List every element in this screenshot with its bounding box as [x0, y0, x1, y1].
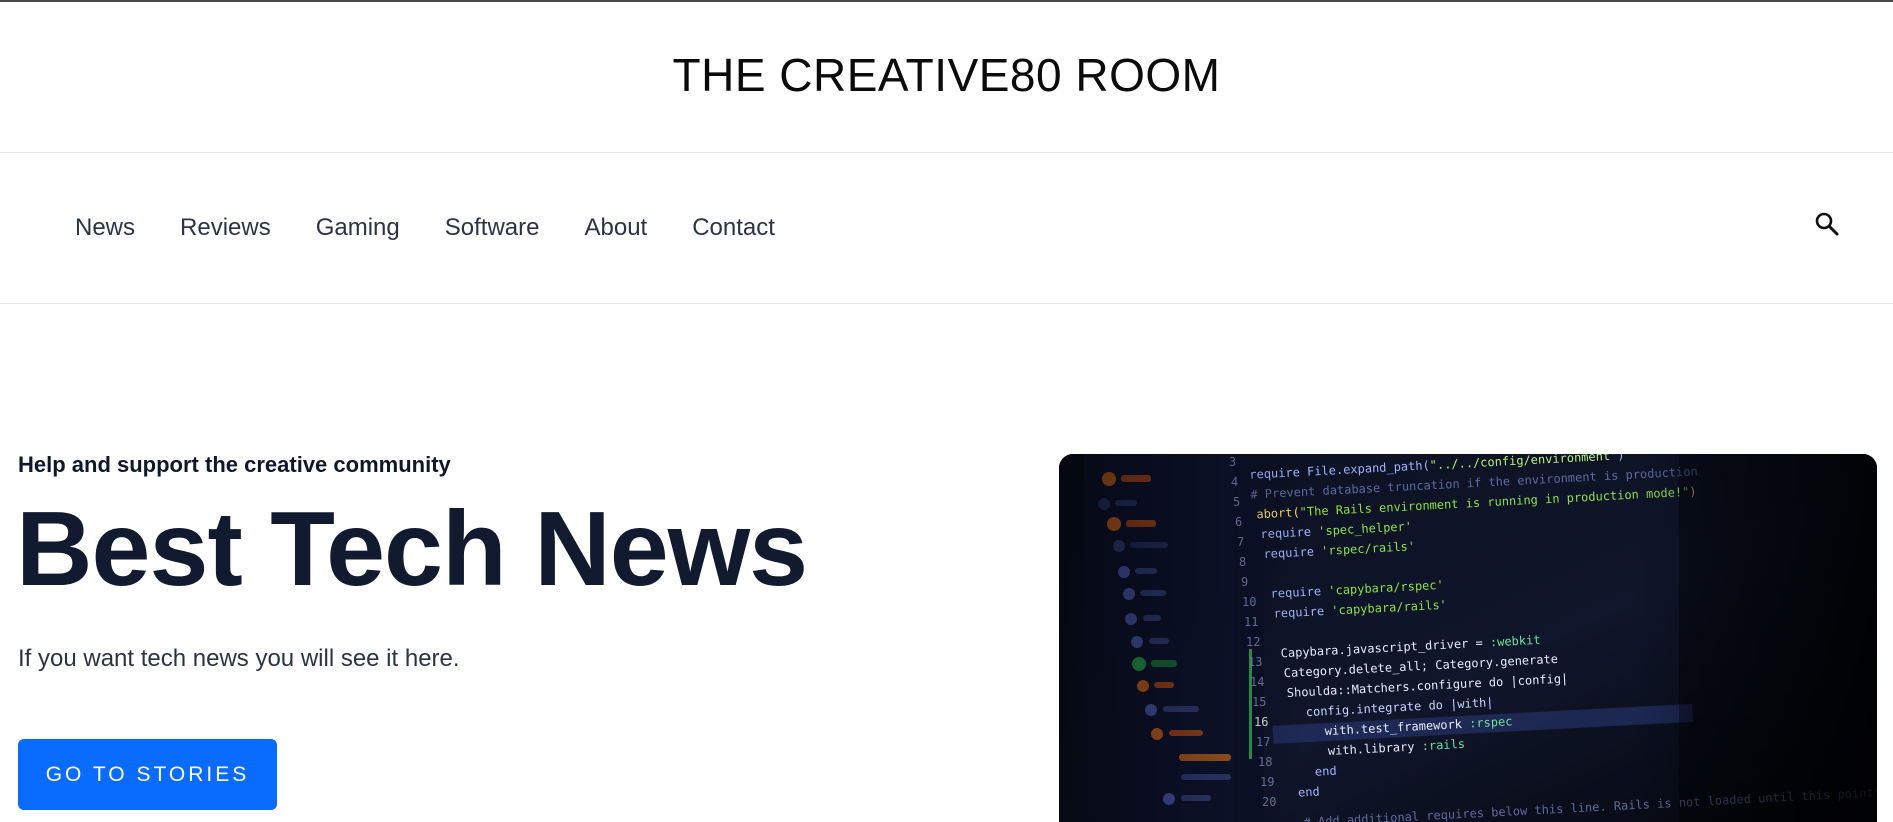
code-editor-image: 3 4 5 6 7 8 9 10 11 12 13 14 15 16 17 18… — [1059, 454, 1877, 822]
nav-item-about[interactable]: About — [584, 214, 647, 242]
nav-item-software[interactable]: Software — [445, 214, 540, 242]
main-nav: News Reviews Gaming Software About Conta… — [0, 153, 1893, 304]
nav-item-reviews[interactable]: Reviews — [180, 214, 271, 242]
go-to-stories-button[interactable]: GO TO STORIES — [18, 739, 277, 810]
search-icon — [1815, 212, 1839, 236]
nav-item-contact[interactable]: Contact — [692, 214, 775, 242]
hero-text: Help and support the creative community … — [16, 440, 918, 608]
hero-image: 3 4 5 6 7 8 9 10 11 12 13 14 15 16 17 18… — [1059, 454, 1877, 822]
search-button[interactable] — [1812, 209, 1842, 239]
nav-item-news[interactable]: News — [75, 214, 135, 242]
hero-tagline: Help and support the creative community — [18, 452, 451, 477]
hero-headline: Best Tech News — [16, 490, 808, 608]
nav-list: News Reviews Gaming Software About Conta… — [75, 153, 775, 303]
hero-subtext: If you want tech news you will see it he… — [18, 645, 460, 672]
site-header: THE CREATIVE80 ROOM — [0, 2, 1893, 153]
nav-item-gaming[interactable]: Gaming — [316, 214, 400, 242]
site-title[interactable]: THE CREATIVE80 ROOM — [673, 48, 1221, 102]
